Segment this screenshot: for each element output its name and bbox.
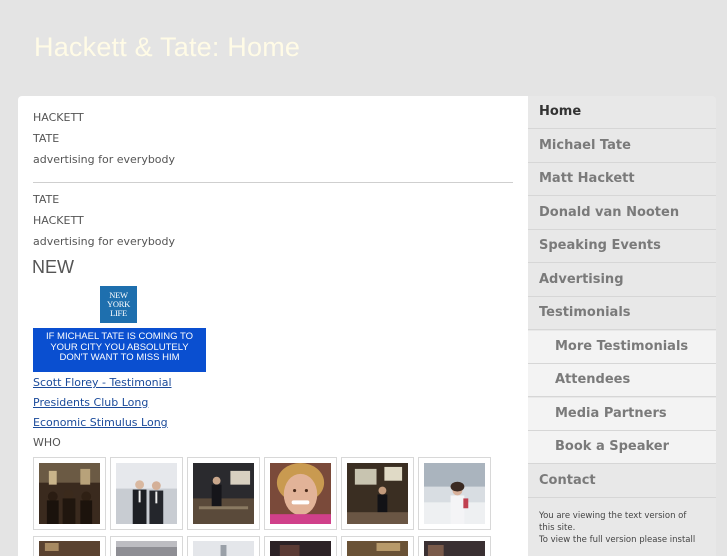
gallery-thumbnail[interactable] (187, 457, 260, 530)
tagline-2: advertising for everybody (33, 235, 176, 248)
nav-item-matt-hackett[interactable]: Matt Hackett (528, 163, 716, 196)
gallery-thumbnail[interactable] (418, 457, 491, 530)
note-line: You are viewing the text version of (539, 511, 687, 521)
note-line: this site. (539, 523, 576, 533)
nav-item-media-partners[interactable]: Media Partners (528, 397, 716, 431)
new-york-life-logo: NEW YORK LIFE (100, 286, 137, 323)
nav-item-advertising[interactable]: Advertising (528, 264, 716, 297)
gallery-thumbnail[interactable] (264, 457, 337, 530)
who-label: WHO (33, 436, 61, 449)
site-title: Hackett & Tate: Home (34, 32, 301, 62)
photo-icon (424, 541, 485, 556)
photo-two-men-suits-icon (116, 463, 177, 524)
text-version-note: You are viewing the text version of this… (539, 510, 711, 546)
new-heading: NEW (32, 257, 74, 277)
photo-presenter-stage-icon (193, 463, 254, 524)
gallery-thumbnail[interactable] (187, 536, 260, 556)
brand-line-tate-2: TATE (33, 193, 60, 206)
gallery-thumbnail[interactable] (418, 536, 491, 556)
promo-line: DON'T WANT TO MISS HIM (59, 352, 180, 363)
divider (33, 182, 513, 183)
tagline: advertising for everybody (33, 153, 176, 166)
brand-line-hackett-2: HACKETT (33, 214, 84, 227)
photo-smiling-woman-icon (270, 463, 331, 524)
logo-line: LIFE (110, 308, 127, 318)
nav-item-testimonials[interactable]: Testimonials (528, 297, 716, 330)
site-header: Hackett & Tate: Home (0, 0, 727, 96)
gallery-thumbnail[interactable] (264, 536, 337, 556)
brand-line-tate: TATE (33, 132, 60, 145)
link-scott-florey-testimonial[interactable]: Scott Florey - Testimonial (33, 376, 172, 389)
photo-gallery-row-2 (33, 536, 513, 556)
nav-item-speaking-events[interactable]: Speaking Events (528, 230, 716, 263)
gallery-thumbnail[interactable] (33, 457, 106, 530)
link-presidents-club-long[interactable]: Presidents Club Long (33, 396, 148, 409)
photo-icon (193, 541, 254, 556)
gallery-thumbnail[interactable] (341, 457, 414, 530)
nav-item-more-testimonials[interactable]: More Testimonials (528, 330, 716, 364)
note-line: To view the full version please install (539, 535, 696, 545)
nav-item-contact[interactable]: Contact (528, 465, 716, 498)
link-economic-stimulus-long[interactable]: Economic Stimulus Long (33, 416, 168, 429)
nav-item-home[interactable]: Home (528, 96, 716, 129)
photo-icon (39, 541, 100, 556)
gallery-thumbnail[interactable] (341, 536, 414, 556)
promo-banner[interactable]: IF MICHAEL TATE IS COMING TO YOUR CITY Y… (33, 328, 206, 372)
gallery-thumbnail[interactable] (110, 457, 183, 530)
photo-woman-snow-icon (424, 463, 485, 524)
photo-icon (347, 541, 408, 556)
promo-line: IF MICHAEL TATE IS COMING TO (45, 331, 194, 342)
nav-item-donald-van-nooten[interactable]: Donald van Nooten (528, 197, 716, 230)
photo-speaker-room-icon (39, 463, 100, 524)
gallery-thumbnail[interactable] (110, 536, 183, 556)
sidebar-nav: Home Michael Tate Matt Hackett Donald va… (528, 96, 716, 556)
content-panel: HACKETT TATE advertising for everybody T… (18, 96, 529, 556)
photo-presenter-screen-icon (347, 463, 408, 524)
nav-item-michael-tate[interactable]: Michael Tate (528, 130, 716, 163)
gallery-thumbnail[interactable] (33, 536, 106, 556)
photo-icon (116, 541, 177, 556)
photo-gallery (33, 457, 513, 531)
brand-line-hackett: HACKETT (33, 111, 84, 124)
nav-item-book-a-speaker[interactable]: Book a Speaker (528, 431, 716, 464)
nav-item-attendees[interactable]: Attendees (528, 364, 716, 397)
photo-icon (270, 541, 331, 556)
